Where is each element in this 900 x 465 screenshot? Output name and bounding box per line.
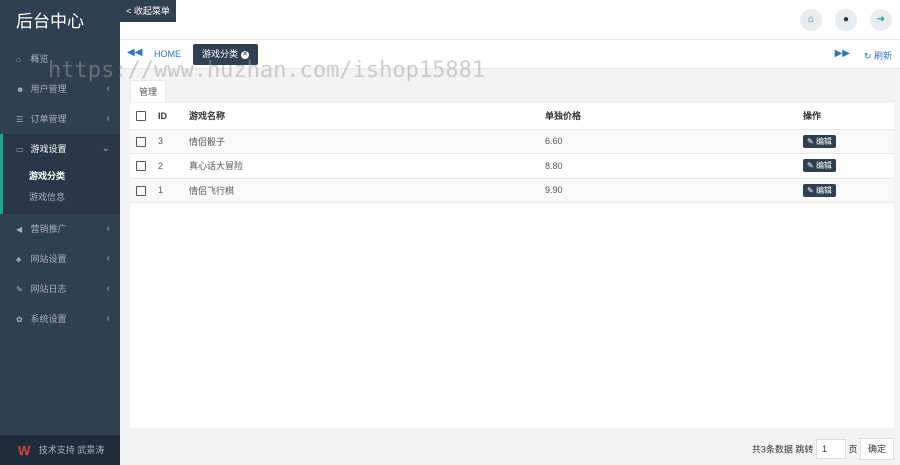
table-row: 2 真心话大冒险 8.80 ✎ 编辑	[130, 153, 894, 179]
game-settings-submenu: 游戏分类 游戏信息	[0, 164, 120, 214]
watermark-text: https://www.huzhan.com/ishop15881	[48, 58, 486, 83]
edit-label: 编辑	[815, 161, 832, 171]
support-text: 技术支持 武景涛	[38, 445, 105, 455]
tabs-prev-icon[interactable]: ◀◀	[127, 47, 142, 58]
cell-name: 真心话大冒险	[189, 153, 545, 179]
user-icon[interactable]: ●	[835, 9, 857, 31]
sidebar-item-label: 游戏设置	[30, 144, 67, 154]
cell-price: 9.90	[545, 178, 803, 203]
sidebar-item-label: 网站设置	[30, 254, 67, 264]
subtab-manage[interactable]: 管理	[130, 80, 167, 102]
cell-id: 2	[158, 153, 189, 179]
cell-name: 情侣骰子	[189, 129, 545, 154]
brand-title: 后台中心	[0, 0, 120, 44]
page-unit-label: 页	[848, 444, 858, 455]
edit-icon: ✎	[807, 136, 814, 146]
company-logo-icon: W	[18, 442, 31, 458]
row-checkbox[interactable]	[136, 185, 146, 196]
sitemap-icon: ♣	[16, 255, 22, 264]
chevron-left-icon: ‹	[106, 283, 110, 294]
cell-price: 8.80	[545, 153, 803, 179]
sidebar-item-system-settings[interactable]: ✿ 系统设置 ‹	[0, 304, 120, 334]
confirm-button[interactable]: 确定	[860, 438, 894, 460]
gamepad-icon: ▭	[16, 145, 24, 154]
sidebar-subitem-game-category[interactable]: 游戏分类	[3, 166, 120, 187]
bullhorn-icon: ◀	[16, 225, 23, 234]
edit-icon: ✎	[16, 285, 23, 294]
logout-icon[interactable]: ➜	[870, 9, 892, 31]
select-all-checkbox[interactable]	[136, 111, 146, 122]
sidebar-item-game-settings[interactable]: ▭ 游戏设置 ⌄	[0, 134, 120, 164]
page-number-input[interactable]: 1	[815, 439, 846, 459]
column-header-action: 操作	[803, 103, 894, 130]
sidebar-item-marketing[interactable]: ◀ 营销推广 ‹	[0, 214, 120, 244]
chevron-left-icon: ‹	[106, 253, 110, 264]
game-category-table: ID 游戏名称 单独价格 操作 3 情侣骰子 6.60 ✎ 编辑 2 真心话大冒…	[130, 103, 894, 203]
edit-button[interactable]: ✎ 编辑	[803, 183, 836, 197]
sidebar-item-label: 概览	[30, 54, 49, 64]
sidebar-item-label: 网站日志	[30, 284, 67, 294]
cell-name: 情侣飞行棋	[189, 178, 545, 203]
sidebar-item-label: 用户管理	[30, 84, 67, 94]
cell-price: 6.60	[545, 129, 803, 154]
chevron-left-icon: ‹	[106, 223, 110, 234]
edit-button[interactable]: ✎ 编辑	[803, 134, 836, 148]
sidebar-item-label: 营销推广	[30, 224, 67, 234]
sidebar-item-label: 系统设置	[30, 314, 67, 324]
cell-id: 1	[158, 178, 189, 203]
pagination: 共3条数据 跳转 1 页 确定	[752, 438, 894, 460]
sidebar-item-label: 订单管理	[30, 114, 67, 124]
refresh-label: 刷新	[873, 51, 892, 61]
sidebar-subitem-game-info[interactable]: 游戏信息	[3, 187, 120, 208]
total-count-text: 共3条数据	[751, 444, 793, 455]
home-icon: ⌂	[16, 55, 21, 64]
chevron-left-icon: ‹	[106, 113, 110, 124]
edit-label: 编辑	[815, 185, 832, 195]
collapse-menu-button[interactable]: < 收起菜单	[120, 0, 176, 22]
users-icon: ☻	[16, 85, 25, 94]
gear-icon: ✿	[16, 315, 23, 324]
edit-icon: ✎	[807, 161, 814, 171]
sidebar-footer: W 技术支持 武景涛	[0, 435, 120, 465]
list-icon: ☰	[16, 115, 24, 124]
chevron-left-icon: ‹	[106, 313, 110, 324]
home-icon[interactable]: ⌂	[800, 9, 822, 31]
column-header-id: ID	[158, 103, 189, 130]
sidebar-item-site-settings[interactable]: ♣ 网站设置 ‹	[0, 244, 120, 274]
refresh-button[interactable]: ↻ 刷新	[864, 49, 892, 62]
column-header-price: 单独价格	[545, 103, 803, 130]
refresh-icon: ↻	[863, 51, 872, 61]
table-row: 3 情侣骰子 6.60 ✎ 编辑	[130, 129, 894, 154]
column-header-name: 游戏名称	[189, 103, 545, 130]
table-row: 1 情侣飞行棋 9.90 ✎ 编辑	[130, 178, 894, 203]
edit-icon: ✎	[807, 185, 814, 195]
sidebar-item-site-logs[interactable]: ✎ 网站日志 ‹	[0, 274, 120, 304]
jump-label: 跳转	[795, 444, 814, 455]
row-checkbox[interactable]	[136, 161, 146, 172]
cell-id: 3	[158, 129, 189, 154]
top-header: ⌂ ● ➜	[120, 0, 900, 40]
content-panel: ID 游戏名称 单独价格 操作 3 情侣骰子 6.60 ✎ 编辑 2 真心话大冒…	[130, 103, 894, 428]
chevron-down-icon: ⌄	[101, 143, 110, 154]
row-checkbox[interactable]	[136, 136, 146, 147]
edit-label: 编辑	[815, 136, 832, 146]
sidebar-item-orders[interactable]: ☰ 订单管理 ‹	[0, 104, 120, 134]
edit-button[interactable]: ✎ 编辑	[803, 159, 836, 173]
table-header-row: ID 游戏名称 单独价格 操作	[130, 103, 894, 130]
tabs-next-icon[interactable]: ▶▶	[835, 48, 850, 59]
